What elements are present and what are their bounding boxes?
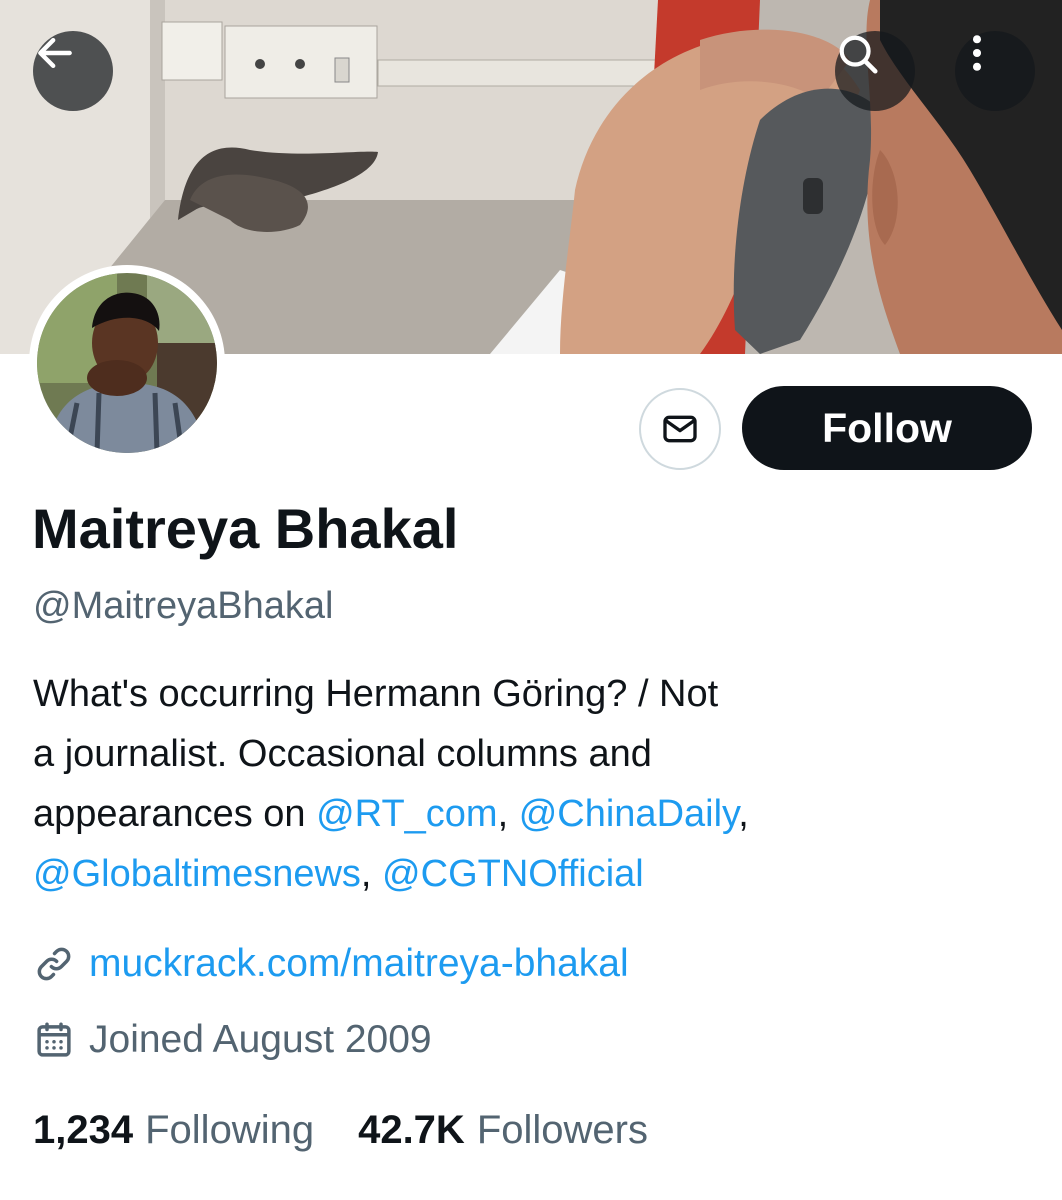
search-icon: [839, 35, 878, 74]
bio-text: appearances on: [33, 793, 317, 835]
joined-row: Joined August 2009: [33, 1016, 432, 1064]
calendar-icon: [33, 1019, 75, 1061]
avatar-image: [37, 273, 217, 453]
search-button[interactable]: [835, 31, 915, 111]
user-handle: @MaitreyaBhakal: [33, 585, 334, 627]
joined-date: Joined August 2009: [89, 1018, 432, 1061]
link-icon: [33, 943, 75, 985]
website-link[interactable]: muckrack.com/maitreya-bhakal: [89, 940, 629, 988]
website-row: muckrack.com/maitreya-bhakal: [33, 940, 629, 988]
bio-line: a journalist. Occasional columns and: [33, 733, 652, 775]
following-stat[interactable]: 1,234 Following: [33, 1105, 314, 1155]
bio-separator: ,: [497, 793, 519, 835]
mention-link-cgtn[interactable]: @CGTNOfficial: [382, 853, 644, 895]
more-options-button[interactable]: [955, 31, 1035, 111]
following-count: 1,234: [33, 1108, 134, 1152]
display-name: Maitreya Bhakal: [32, 497, 459, 560]
mention-link-globaltimes[interactable]: @Globaltimesnews: [33, 853, 361, 895]
bio-separator: ,: [360, 853, 383, 895]
profile-bio: What's occurring Hermann Göring? / Not a…: [33, 664, 913, 904]
bio-separator: ,: [738, 793, 749, 835]
arrow-left-icon: [38, 37, 72, 69]
bio-line: @Globaltimesnews, @CGTNOfficial: [33, 844, 913, 904]
bio-line: What's occurring Hermann Göring? / Not: [33, 673, 719, 715]
followers-label: Followers: [476, 1108, 648, 1152]
more-vertical-icon: [972, 35, 982, 71]
mail-icon: [663, 415, 697, 443]
back-button[interactable]: [33, 31, 113, 111]
follow-button[interactable]: Follow: [742, 386, 1032, 470]
following-label: Following: [145, 1108, 315, 1152]
mention-link-rt[interactable]: @RT_com: [316, 793, 497, 835]
mention-link-chinadaily[interactable]: @ChinaDaily: [519, 793, 739, 835]
profile-avatar[interactable]: [29, 265, 225, 461]
bio-line: appearances on @RT_com, @ChinaDaily,: [33, 784, 913, 844]
followers-count: 42.7K: [358, 1108, 465, 1152]
follow-stats: 1,234 Following 42.7K Followers: [33, 1105, 648, 1155]
message-button[interactable]: [639, 388, 721, 470]
followers-stat[interactable]: 42.7K Followers: [358, 1105, 648, 1155]
